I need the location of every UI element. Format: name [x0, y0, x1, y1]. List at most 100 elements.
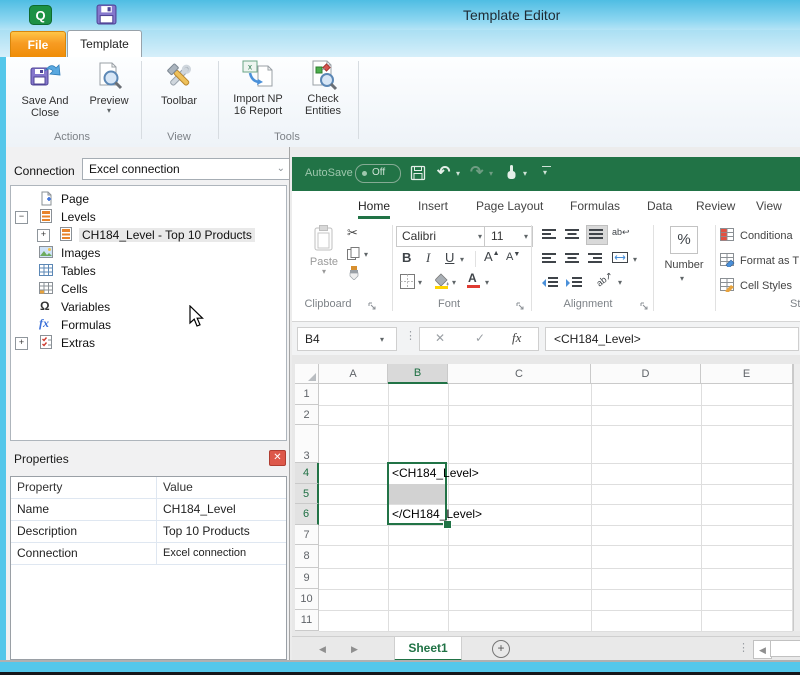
redo-icon[interactable]: ↷ — [470, 162, 483, 182]
tree-item-variables[interactable]: Ω Variables — [11, 298, 281, 316]
file-tab[interactable]: File — [10, 31, 66, 58]
grow-font-button[interactable]: A▲ — [484, 249, 500, 264]
cut-icon[interactable]: ✂ — [347, 225, 358, 241]
format-as-table-button[interactable]: Format as T — [740, 255, 799, 267]
cell-b4[interactable]: <CH184_Level> — [392, 466, 479, 480]
expand-icon[interactable]: + — [15, 337, 28, 350]
chevron-down-icon[interactable]: ▾ — [633, 256, 637, 264]
tab-data[interactable]: Data — [647, 199, 672, 213]
property-row-name[interactable]: Name CH184_Level — [11, 499, 286, 521]
cell-b6[interactable]: </CH184_Level> — [392, 507, 482, 521]
column-header-a[interactable]: A — [319, 364, 388, 384]
row-header-7[interactable]: 7 — [295, 525, 319, 545]
clipboard-dialog-launcher-icon[interactable] — [368, 298, 377, 316]
shrink-font-button[interactable]: A▼ — [506, 251, 520, 263]
select-all-corner[interactable] — [295, 364, 319, 384]
hscroll-track[interactable] — [770, 640, 800, 657]
fill-color-icon[interactable] — [434, 273, 450, 294]
close-icon[interactable]: ✕ — [269, 450, 286, 466]
column-header-b[interactable]: B — [388, 364, 448, 384]
format-painter-icon[interactable] — [347, 266, 361, 285]
sheet-next-icon[interactable]: ▶ — [351, 644, 358, 655]
row-header-6[interactable]: 6 — [295, 504, 319, 525]
sheetbar-splitter[interactable]: ⋮ — [738, 641, 749, 654]
tree-item-ch184-level[interactable]: + CH184_Level - Top 10 Products — [11, 226, 281, 244]
align-center-icon[interactable] — [565, 252, 581, 270]
property-row-description[interactable]: Description Top 10 Products — [11, 521, 286, 543]
chevron-down-icon[interactable]: ▾ — [680, 275, 684, 283]
tab-home[interactable]: Home — [358, 199, 390, 219]
chevron-down-icon[interactable]: ▾ — [523, 170, 527, 178]
tree-item-page[interactable]: Page — [11, 190, 281, 208]
chevron-down-icon[interactable]: ▾ — [489, 170, 493, 178]
row-header-10[interactable]: 10 — [295, 589, 319, 610]
chevron-down-icon[interactable]: ▾ — [418, 279, 422, 287]
autosave-toggle[interactable]: Off — [355, 164, 401, 183]
number-label[interactable]: Number — [662, 259, 706, 271]
align-top-icon[interactable] — [542, 228, 558, 246]
italic-button[interactable]: I — [426, 250, 430, 266]
column-header-d[interactable]: D — [591, 364, 701, 384]
row-header-11[interactable]: 11 — [295, 610, 319, 631]
chevron-down-icon[interactable]: ▾ — [618, 279, 622, 287]
expand-icon[interactable]: + — [37, 229, 50, 242]
formula-bar-splitter[interactable]: ⋮ — [405, 329, 416, 342]
chevron-down-icon[interactable]: ▾ — [485, 279, 489, 287]
customize-qat-chevron[interactable]: ▾ — [543, 169, 547, 177]
check-entities-button[interactable]: Check Entities — [294, 59, 352, 131]
row-header-3[interactable]: 3 — [295, 425, 319, 463]
collapse-icon[interactable]: − — [15, 211, 28, 224]
chevron-down-icon[interactable]: ▾ — [460, 256, 464, 264]
chevron-down-icon[interactable]: ▾ — [456, 170, 460, 178]
quick-save-icon[interactable] — [96, 4, 117, 30]
save-and-close-button[interactable]: Save And Close — [12, 59, 78, 131]
increase-indent-icon[interactable] — [566, 276, 583, 294]
touch-mode-icon[interactable] — [504, 164, 519, 186]
column-header-c[interactable]: C — [448, 364, 591, 384]
align-bottom-icon[interactable] — [586, 225, 608, 245]
row-header-9[interactable]: 9 — [295, 568, 319, 589]
paste-button[interactable]: Paste ▾ — [306, 225, 342, 289]
tab-review[interactable]: Review — [696, 199, 735, 213]
tab-insert[interactable]: Insert — [418, 199, 448, 213]
undo-icon[interactable]: ↶ — [437, 162, 450, 182]
tree-item-levels[interactable]: − Levels — [11, 208, 281, 226]
tab-page-layout[interactable]: Page Layout — [476, 199, 543, 213]
row-header-5[interactable]: 5 — [295, 484, 319, 504]
connection-select[interactable]: Excel connection ⌄ — [82, 158, 292, 180]
row-header-2[interactable]: 2 — [295, 405, 319, 425]
align-right-icon[interactable] — [588, 252, 604, 270]
toolbar-button[interactable]: Toolbar — [148, 59, 210, 131]
cancel-icon[interactable]: ✕ — [435, 331, 445, 345]
row-header-1[interactable]: 1 — [295, 384, 319, 405]
template-tab[interactable]: Template — [67, 30, 142, 58]
formula-input[interactable]: <CH184_Level> — [545, 327, 799, 351]
save-icon[interactable] — [410, 165, 426, 186]
chevron-down-icon[interactable]: ▾ — [364, 251, 368, 259]
alignment-dialog-launcher-icon[interactable] — [640, 298, 649, 316]
name-box[interactable]: B4 ▾ — [297, 327, 397, 351]
row-header-4[interactable]: 4 — [295, 463, 319, 484]
borders-icon[interactable] — [400, 274, 415, 294]
tree-item-cells[interactable]: Cells — [11, 280, 281, 298]
decrease-indent-icon[interactable] — [542, 276, 559, 294]
tree-item-tables[interactable]: Tables — [11, 262, 281, 280]
font-color-icon[interactable]: A — [468, 271, 477, 285]
font-dialog-launcher-icon[interactable] — [516, 298, 525, 316]
insert-function-icon[interactable]: fx — [512, 330, 521, 346]
merge-center-icon[interactable] — [612, 251, 629, 269]
align-middle-icon[interactable] — [565, 228, 581, 246]
conditional-formatting-button[interactable]: Conditiona — [740, 230, 793, 242]
conditional-formatting-icon[interactable] — [720, 227, 735, 247]
add-sheet-icon[interactable]: + — [492, 640, 510, 658]
import-np16-report-button[interactable]: x Import NP 16 Report — [224, 59, 292, 131]
tree-item-extras[interactable]: + Extras — [11, 334, 281, 352]
preview-button[interactable]: Preview ▾ — [80, 59, 138, 131]
sheet-tab-sheet1[interactable]: Sheet1 — [394, 637, 462, 661]
vertical-scrollbar[interactable] — [793, 364, 800, 631]
tree-item-formulas[interactable]: fx Formulas — [11, 316, 281, 334]
row-header-8[interactable]: 8 — [295, 545, 319, 568]
format-as-table-icon[interactable] — [720, 252, 735, 272]
font-size-select[interactable]: 11 ▾ — [484, 226, 533, 247]
property-row-connection[interactable]: Connection Excel connection — [11, 543, 286, 565]
